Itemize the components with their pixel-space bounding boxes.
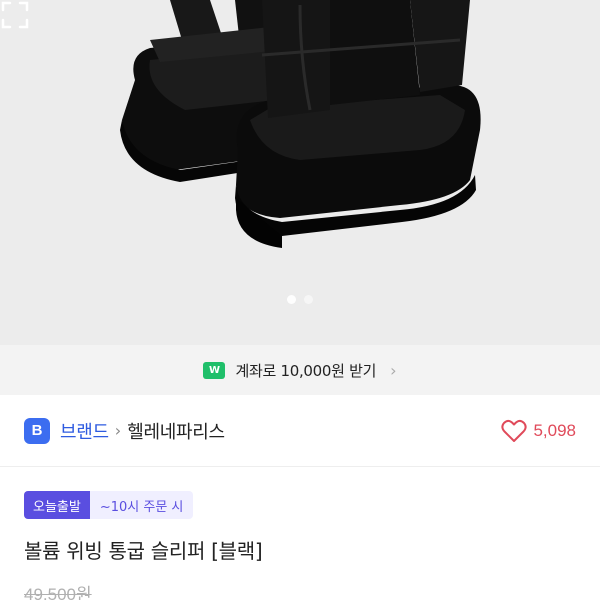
order-cutoff-note: ~10시 주문 시 bbox=[89, 491, 194, 519]
brand-row: B 브랜드 › 헬레네파리스 5,098 bbox=[0, 395, 600, 467]
carousel-dot-active[interactable] bbox=[287, 295, 296, 304]
cashback-text: 계좌로 10,000원 받기 bbox=[235, 361, 377, 380]
product-photo bbox=[120, 0, 481, 248]
cashback-banner[interactable]: W 계좌로 10,000원 받기 › bbox=[0, 345, 600, 395]
carousel-dot[interactable] bbox=[304, 295, 313, 304]
today-shipping-badge: 오늘출발 bbox=[24, 491, 90, 519]
slipper-front bbox=[235, 0, 481, 248]
carousel-indicator bbox=[0, 295, 600, 304]
product-title: 볼륨 위빙 통굽 슬리퍼 [블랙] bbox=[24, 539, 263, 563]
original-price: 49,500원 bbox=[24, 585, 92, 600]
like-count: 5,098 bbox=[533, 420, 576, 440]
product-image-carousel[interactable] bbox=[0, 0, 600, 345]
heart-outline-icon bbox=[501, 419, 528, 442]
breadcrumb-chevron-icon: › bbox=[114, 421, 122, 440]
expand-icon[interactable] bbox=[0, 0, 30, 30]
chevron-right-icon: › bbox=[390, 360, 397, 380]
brand-name-link[interactable]: 헬레네파리스 bbox=[127, 418, 225, 444]
brand-icon: B bbox=[24, 417, 50, 444]
delivery-tags: 오늘출발 ~10시 주문 시 bbox=[24, 491, 194, 519]
like-button[interactable]: 5,098 bbox=[501, 419, 576, 443]
brand-label[interactable]: 브랜드 bbox=[60, 418, 109, 444]
w-pay-icon: W bbox=[203, 361, 226, 379]
